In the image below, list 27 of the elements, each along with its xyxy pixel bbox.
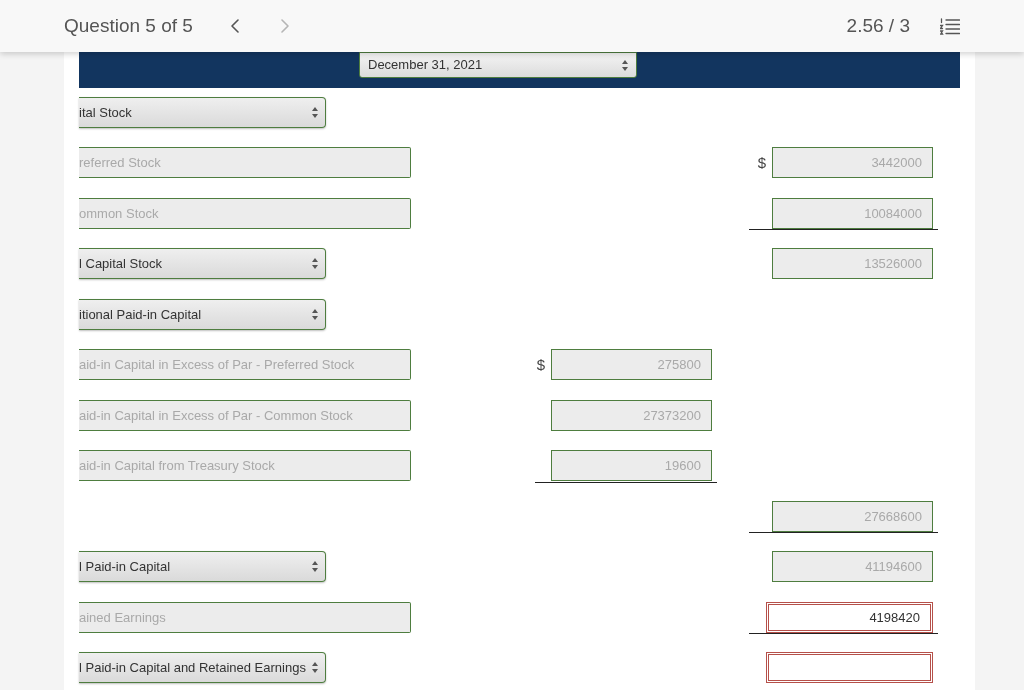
chevron-left-icon xyxy=(230,19,239,33)
account-select[interactable]: l Paid-in Capital and Retained Earnings xyxy=(79,652,326,684)
account-field[interactable]: ained Earnings xyxy=(79,601,411,633)
up-down-arrows-icon xyxy=(312,662,318,674)
currency-symbol: $ xyxy=(757,155,766,171)
up-down-arrows-icon xyxy=(312,308,318,320)
account-field[interactable]: aid-in Capital in Excess of Par - Common Stock xyxy=(79,399,411,431)
up-down-arrows-icon xyxy=(312,258,318,270)
account-select[interactable]: ital Stock xyxy=(79,96,326,128)
amount-field[interactable] xyxy=(766,652,933,684)
account-field[interactable]: aid-in Capital in Excess of Par - Preferred Stock xyxy=(79,349,411,381)
up-down-arrows-icon xyxy=(312,561,318,573)
account-select[interactable]: l Paid-in Capital xyxy=(79,551,326,583)
list-icon xyxy=(940,17,960,35)
account-field[interactable]: ommon Stock xyxy=(79,197,411,229)
currency-symbol: $ xyxy=(536,357,545,373)
up-down-arrows-icon xyxy=(312,106,318,118)
amount-field[interactable]: 4198420 xyxy=(766,601,933,633)
question-counter: Question 5 of 5 xyxy=(64,13,193,38)
chevron-right-icon xyxy=(280,19,289,33)
account-field[interactable]: referred Stock xyxy=(79,147,411,179)
account-select[interactable]: itional Paid-in Capital xyxy=(79,298,326,330)
up-down-arrows-icon xyxy=(622,59,628,71)
account-field[interactable]: aid-in Capital from Treasury Stock xyxy=(79,450,411,482)
score-text: 2.56 / 3 xyxy=(846,13,910,38)
account-select[interactable]: l Capital Stock xyxy=(79,248,326,280)
date-select[interactable]: December 31, 2021 xyxy=(359,52,637,78)
